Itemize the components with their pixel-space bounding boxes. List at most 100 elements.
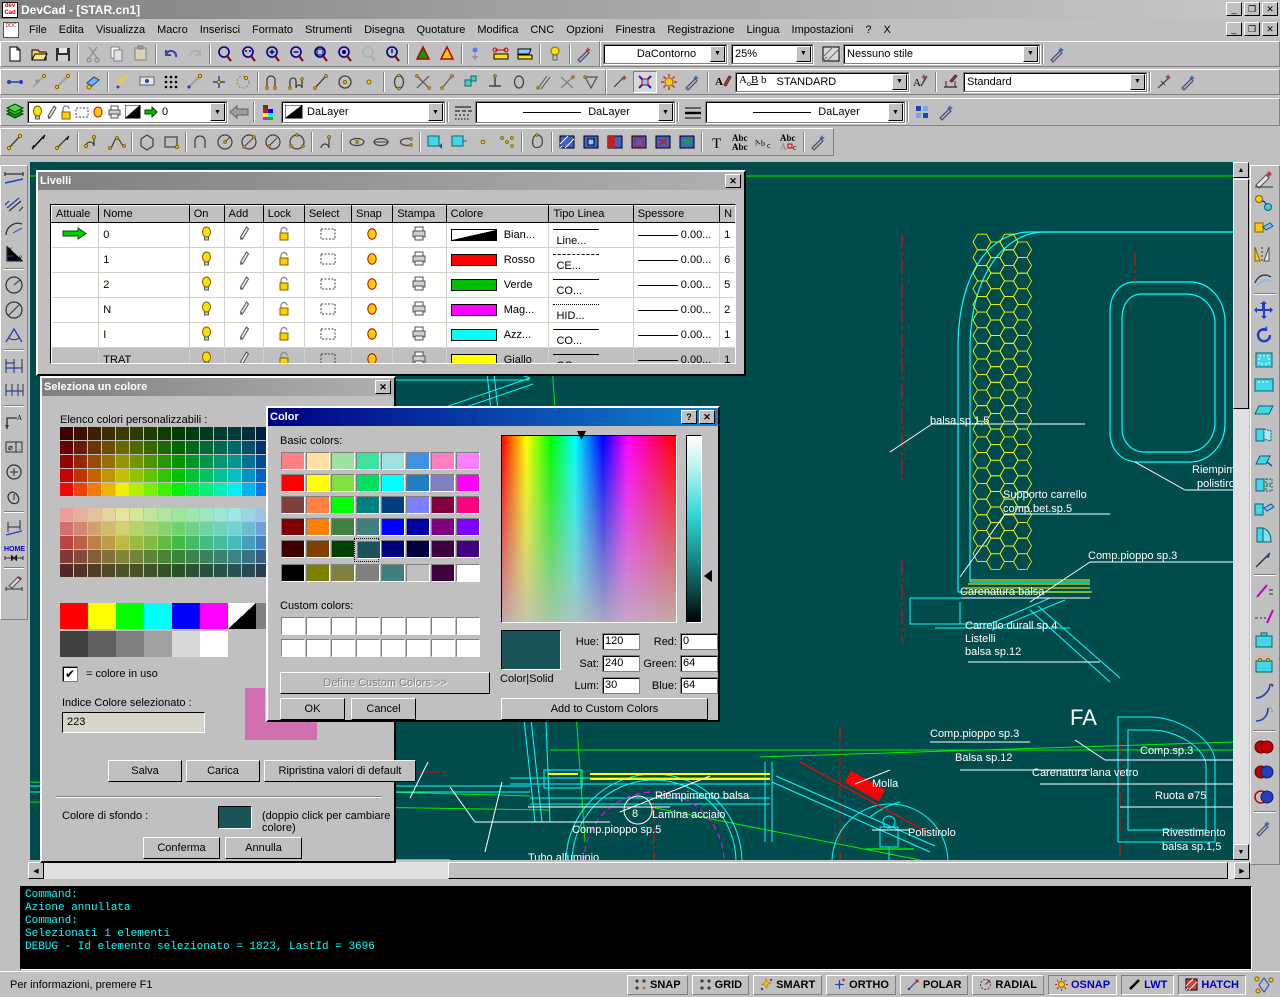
arc-icon[interactable] [189,131,213,153]
red-input[interactable]: 0 [680,633,718,650]
status-toggle-ortho[interactable]: ORTHO [826,975,896,995]
layer-snap-cell[interactable] [352,248,393,273]
basic-color-cell[interactable] [329,494,354,516]
basic-color-cell[interactable] [329,538,354,562]
layer-print-cell[interactable] [393,323,446,348]
array-icon[interactable] [1251,266,1277,291]
snap-node-icon[interactable] [51,71,75,93]
menu-item-edita[interactable]: Edita [53,22,90,38]
layer-name-cell[interactable]: N [99,298,189,323]
pencil-icon[interactable] [239,357,249,364]
layer-lineweight-cell[interactable]: 0.00... [633,248,719,273]
region-icon[interactable] [525,131,549,153]
curve-fillet2-icon[interactable] [1251,703,1277,728]
color-swatch[interactable] [451,254,497,266]
basic-color-cell[interactable] [304,538,329,562]
draw-point-icon[interactable] [357,71,381,93]
polyline-icon[interactable] [81,131,105,153]
divide-points-icon[interactable] [495,131,519,153]
layer-on-cell[interactable] [189,248,224,273]
current-layer-cell[interactable] [52,323,99,348]
conferma-button[interactable]: Conferma [143,837,220,859]
snap-insert-icon[interactable] [135,71,159,93]
palette-color-cell[interactable] [214,455,227,468]
basic-color-cell[interactable] [454,538,479,562]
palette-color-cell[interactable] [60,483,73,496]
custom-colors-grid[interactable] [279,615,479,659]
palette-color-cell[interactable] [74,564,87,577]
printer-icon[interactable] [411,357,427,364]
luminance-slider[interactable] [686,435,702,623]
select-icon[interactable] [320,356,336,365]
standard-color-cell[interactable] [88,603,116,629]
palette-color-cell[interactable] [60,469,73,482]
menu-item-lingua[interactable]: Lingua [741,22,786,38]
draw-circle-icon[interactable] [333,71,357,93]
status-toggle-smart[interactable]: SMART [753,975,822,995]
basic-color-cell[interactable] [404,538,429,562]
custom-color-palette-upper[interactable] [60,427,283,496]
current-layer-cell[interactable] [52,223,99,248]
chevron-down-icon[interactable]: ▼ [658,103,673,121]
scroll-down-button[interactable]: ▼ [1233,844,1249,860]
standard-color-cell[interactable] [144,631,172,657]
taper-icon[interactable] [1251,397,1277,422]
standard-color-cell[interactable] [200,603,228,629]
carica-button[interactable]: Carica [186,760,260,782]
circle-diameter-icon[interactable] [237,131,261,153]
status-toggle-osnap[interactable]: OSNAP [1048,975,1117,995]
table-row[interactable]: N Mag... HID... 0.00...2 [52,298,737,323]
copy-object-icon[interactable] [1251,497,1277,522]
standard-color-cell[interactable] [200,631,228,657]
palette-color-cell[interactable] [186,508,199,521]
layer-lock-cell[interactable] [263,223,304,248]
palette-color-cell[interactable] [186,536,199,549]
fillet-icon[interactable] [459,71,483,93]
color-swatch[interactable] [451,229,497,241]
dim-angular-icon[interactable] [1,322,27,347]
basic-color-cell[interactable] [429,516,454,538]
palette-color-cell[interactable] [214,522,227,535]
layer-print-cell[interactable] [393,348,446,365]
layer-add-cell[interactable] [224,223,263,248]
palette-color-cell[interactable] [130,508,143,521]
palette-color-cell[interactable] [116,455,129,468]
layer-n-cell[interactable]: 1 [720,223,736,248]
palette-color-cell[interactable] [214,469,227,482]
extrude-icon[interactable] [1251,522,1277,547]
custom-color-cell[interactable] [354,637,379,659]
menu-item-inserisci[interactable]: Inserisci [194,22,246,38]
basic-color-cell[interactable] [429,538,454,562]
standard-color-cell[interactable] [144,603,172,629]
palette-color-cell[interactable] [242,508,255,521]
color-swatch[interactable] [451,279,497,291]
sat-input[interactable]: 240 [602,655,640,672]
document-icon[interactable]: DOC [3,22,19,38]
palette-color-cell[interactable] [116,441,129,454]
linetype-manager-icon[interactable] [451,101,475,123]
livelli-column-header[interactable]: Tipo Linea [549,206,633,223]
layer-color-cell[interactable]: Mag... [446,298,549,323]
table-row[interactable]: TRAT Giallo CO... 0.00...1 [52,348,737,365]
regen-icon[interactable] [435,43,459,65]
basic-color-cell[interactable] [404,494,429,516]
color-in-use-checkbox[interactable]: ✔ [62,666,78,682]
palette-color-cell[interactable] [60,550,73,563]
palette-color-cell[interactable] [74,550,87,563]
livelli-column-header[interactable]: Stampa [393,206,446,223]
pencil-icon[interactable] [239,232,249,244]
zoom-window-icon[interactable] [213,43,237,65]
palette-color-cell[interactable] [74,508,87,521]
palette-color-cell[interactable] [144,441,157,454]
basic-color-cell[interactable] [304,450,329,472]
change-linetype-icon[interactable] [1251,603,1277,628]
palette-color-cell[interactable] [74,441,87,454]
dim-linear-icon[interactable] [1,166,27,191]
layer-combo[interactable]: 0 ▼ [27,101,227,123]
linetype-combo[interactable]: DaLayer ▼ [475,101,675,123]
layer-print-cell[interactable] [393,298,446,323]
help-icon[interactable] [543,43,567,65]
palette-color-cell[interactable] [228,469,241,482]
scroll-left-button[interactable]: ◀ [28,862,44,879]
lightbulb-icon[interactable] [200,307,213,319]
